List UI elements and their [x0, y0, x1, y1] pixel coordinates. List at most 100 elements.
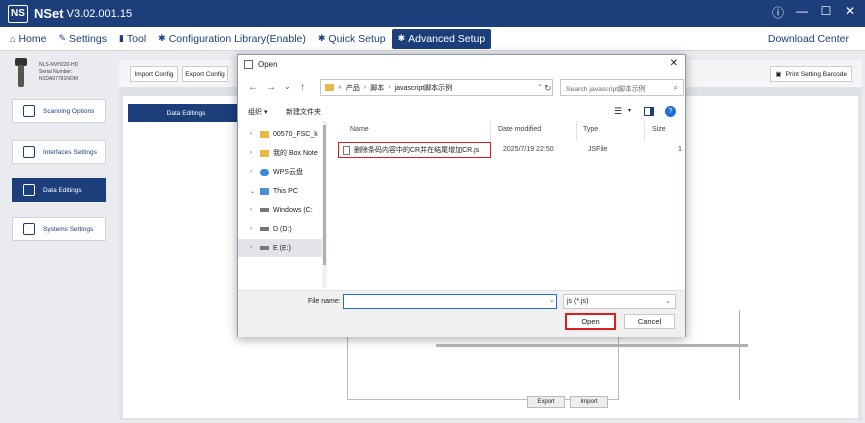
maximize-icon[interactable]: ☐ — [819, 4, 833, 21]
sidebar-item-interfaces-settings[interactable]: Interfaces Settings — [12, 140, 106, 164]
file-icon — [343, 145, 350, 155]
tree-item[interactable]: › 我的 Box Note — [238, 144, 322, 162]
download-center-link[interactable]: Download Center — [768, 33, 849, 45]
file-list-scrollbar[interactable] — [432, 343, 752, 348]
menu-advanced-setup[interactable]: ✱ Advanced Setup — [391, 28, 492, 49]
export-button[interactable]: Export — [527, 396, 565, 408]
home-icon: ⌂ — [10, 33, 16, 44]
breadcrumb-item[interactable]: 脚本 — [370, 83, 384, 93]
sidebar-item-scanning-options[interactable]: Scanning Options — [12, 99, 106, 123]
device-model: NLS-NVH220-HD — [39, 62, 79, 68]
column-header-date[interactable]: Date modified — [498, 126, 541, 133]
search-input[interactable]: Search javascript脚本示例 ⌕ — [560, 79, 684, 96]
drive-icon — [260, 227, 269, 231]
tool-icon: ▮ — [118, 33, 124, 43]
column-header-name[interactable]: Name — [350, 126, 369, 133]
app-name: NSet — [34, 6, 64, 21]
tree-scrollbar[interactable] — [322, 121, 327, 288]
file-name-label: File name: — [308, 298, 341, 305]
dialog-close-icon[interactable]: ✕ — [670, 58, 678, 69]
menu-settings[interactable]: ✎ Settings — [52, 29, 113, 49]
column-header-size[interactable]: Size — [652, 126, 666, 133]
sidebar-item-systems-settings[interactable]: Systems Settings — [12, 217, 106, 241]
view-options-icon[interactable]: ☰ — [614, 106, 622, 117]
tree-item-selected[interactable]: › E (E:) — [238, 239, 322, 257]
device-serial: N1DA07781NOM — [39, 76, 78, 82]
menu-tool[interactable]: ▮ Tool — [113, 29, 152, 49]
recent-chevron-icon[interactable]: ⌄ — [284, 82, 291, 91]
preview-pane-icon[interactable] — [644, 107, 654, 116]
menu-configuration-library[interactable]: ✱ Configuration Library(Enable) — [152, 29, 312, 49]
open-button[interactable]: Open — [565, 313, 616, 330]
file-type-select[interactable]: js (*.js) ⌄ — [563, 294, 676, 309]
chevron-down-icon: ⌄ — [665, 298, 671, 305]
system-icon — [23, 223, 35, 235]
breadcrumb-item[interactable]: 产品 — [346, 83, 360, 93]
file-name-dropdown-icon[interactable]: ⌄ — [549, 296, 555, 304]
view-dropdown-icon[interactable]: ▾ — [628, 107, 631, 114]
print-setting-barcode-button[interactable]: ▣ Print Setting Barcode — [770, 66, 852, 82]
printer-icon: ▣ — [775, 71, 782, 78]
computer-icon — [260, 187, 269, 195]
menu-bar: ⌂ Home ✎ Settings ▮ Tool ✱ Configuration Lib… — [0, 27, 865, 51]
refresh-icon[interactable]: ↻ — [544, 83, 552, 94]
navigation-tree: › 00570_FSC_k › 我的 Box Note › WPS云盘 ⌄ This P… — [238, 121, 322, 288]
address-dropdown-icon[interactable]: ⌄ — [537, 80, 543, 88]
close-icon[interactable]: ✕ — [843, 4, 857, 21]
file-name-input[interactable] — [343, 294, 557, 309]
help-icon[interactable]: ? — [665, 106, 676, 117]
dialog-footer: File name: ⌄ js (*.js) ⌄ Open Cancel — [238, 290, 685, 337]
folder-icon — [260, 149, 269, 157]
back-arrow-icon[interactable]: ← — [248, 82, 258, 93]
title-bar: NS NSet V3.02.001.15 ⓘ — ☐ ✕ — [0, 0, 865, 27]
search-icon: ⌕ — [673, 83, 678, 92]
column-header-type[interactable]: Type — [583, 126, 598, 133]
sidebar-item-data-editings[interactable]: Data Editings — [12, 178, 106, 202]
export-config-button[interactable]: Export Config — [182, 66, 228, 82]
file-row[interactable]: 删除条码内容中的CR并在结尾增加CR.js 2025/7/19 22:50 JS… — [338, 142, 682, 158]
up-arrow-icon[interactable]: ↑ — [300, 82, 305, 93]
menu-quick-setup[interactable]: ✱ Quick Setup — [312, 29, 392, 49]
import-button[interactable]: Import — [570, 396, 608, 408]
app-version: V3.02.001.15 — [66, 7, 133, 20]
dialog-title: Open — [258, 59, 278, 69]
left-panel: NLS-NVH220-HD Serial Number: N1DA07781NO… — [0, 52, 118, 423]
tab-data-editings[interactable]: Data Editings — [128, 104, 244, 122]
file-list: Name Date modified Type Size 删除条码内容中的CR并… — [332, 121, 748, 347]
open-dialog: Open ✕ ← → ⌄ ↑ « 产品 › 脚本 › javascript脚本示… — [237, 54, 748, 347]
scanner-icon — [15, 58, 27, 87]
file-type: JSFile — [588, 146, 608, 153]
divider — [739, 310, 740, 400]
cancel-button[interactable]: Cancel — [624, 314, 675, 329]
organize-button[interactable]: 组织 ▾ — [248, 107, 267, 117]
menu-home[interactable]: ⌂ Home — [4, 29, 52, 49]
dialog-icon — [244, 59, 253, 69]
folder-icon — [260, 130, 269, 138]
file-name-cell[interactable]: 删除条码内容中的CR并在结尾增加CR.js — [338, 142, 491, 158]
tree-item[interactable]: › WPS云盘 — [238, 163, 322, 181]
dialog-title-bar: Open ✕ — [238, 55, 685, 73]
drive-icon — [260, 246, 269, 250]
tree-item[interactable]: ⌄ This PC — [238, 182, 322, 200]
tree-item[interactable]: › Windows (C: — [238, 201, 322, 219]
import-config-button[interactable]: Import Config — [130, 66, 178, 82]
new-folder-button[interactable]: 新建文件夹 — [286, 107, 321, 117]
cloud-icon — [260, 168, 269, 176]
command-bar: 组织 ▾ 新建文件夹 ☰ ▾ ? — [238, 103, 685, 121]
window-controls: ⓘ — ☐ ✕ — [771, 4, 857, 21]
tree-item[interactable]: › 00570_FSC_k — [238, 125, 322, 143]
wrench-icon: ✎ — [58, 33, 66, 43]
gear-icon: ✱ — [158, 33, 166, 43]
file-size: 1 — [678, 146, 682, 153]
forward-arrow-icon[interactable]: → — [266, 82, 276, 93]
drive-icon — [260, 208, 269, 212]
breadcrumb-item[interactable]: javascript脚本示例 — [395, 83, 453, 93]
address-bar[interactable]: « 产品 › 脚本 › javascript脚本示例 — [320, 79, 553, 96]
tree-item[interactable]: › D (D:) — [238, 220, 322, 238]
minimize-icon[interactable]: — — [795, 4, 809, 21]
info-icon[interactable]: ⓘ — [771, 4, 785, 21]
file-date: 2025/7/19 22:50 — [503, 146, 554, 153]
device-info: NLS-NVH220-HD Serial Number: N1DA07781NO… — [10, 58, 110, 90]
gear-icon: ✱ — [317, 33, 326, 43]
gear-icon: ✱ — [397, 33, 406, 43]
